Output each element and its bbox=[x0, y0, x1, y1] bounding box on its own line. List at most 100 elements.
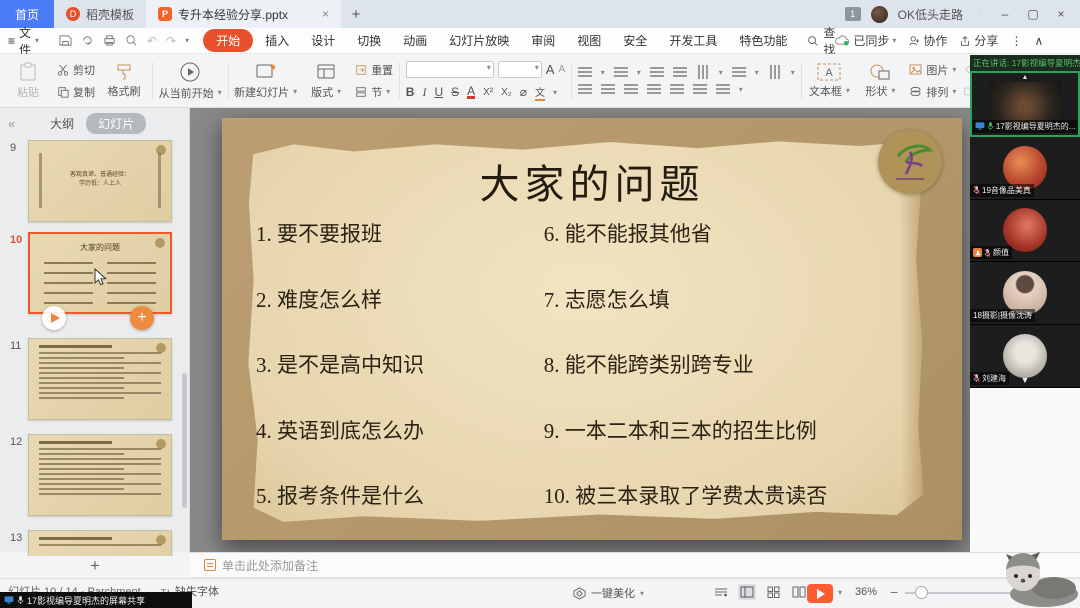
slide-title[interactable]: 大家的问题 bbox=[222, 152, 962, 210]
current-slide[interactable]: 大家的问题 1. 要不要报班 2. 难度怎么样 3. 是不是高中知识 4. 英语… bbox=[222, 118, 962, 540]
tab-security[interactable]: 安全 bbox=[613, 29, 657, 52]
play-from-current-button[interactable]: 从当前开始▾ bbox=[159, 61, 222, 101]
undo-icon[interactable]: ↶ bbox=[147, 34, 157, 48]
align-center-button[interactable] bbox=[601, 84, 615, 94]
layout-button[interactable]: 版式▾ bbox=[304, 62, 348, 100]
arrange-button[interactable]: 排列▾ bbox=[909, 84, 956, 100]
superscript-button[interactable]: X² bbox=[483, 87, 493, 98]
copy-button[interactable]: 复制 bbox=[57, 84, 95, 100]
picture-button[interactable]: 图片▾ bbox=[909, 62, 956, 78]
minimize-button[interactable]: – bbox=[996, 7, 1014, 21]
shrink-font-button[interactable]: A bbox=[558, 64, 565, 75]
print-icon[interactable] bbox=[103, 34, 116, 47]
output-icon[interactable] bbox=[81, 34, 94, 47]
notes-view-toggle[interactable] bbox=[712, 584, 730, 600]
user-avatar[interactable] bbox=[871, 6, 888, 23]
play-slide-button[interactable] bbox=[42, 306, 66, 330]
sync-status[interactable]: 已同步 ▾ bbox=[835, 32, 896, 49]
chevron-down-icon[interactable]: ▾ bbox=[838, 588, 842, 597]
reading-view-button[interactable] bbox=[790, 584, 808, 600]
question-list-left[interactable]: 1. 要不要报班 2. 难度怎么样 3. 是不是高中知识 4. 英语到底怎么办 … bbox=[256, 218, 544, 510]
reset-button[interactable]: 重置 bbox=[355, 62, 393, 78]
more-icon[interactable]: ⋮ bbox=[1010, 34, 1022, 48]
tab-special-features[interactable]: 特色功能 bbox=[729, 29, 797, 52]
slide-sorter-view-button[interactable] bbox=[764, 584, 782, 600]
bold-button[interactable]: B bbox=[406, 85, 415, 99]
collaborate-button[interactable]: 协作 bbox=[908, 32, 947, 49]
participant-tile[interactable]: 18摄影|摄像沈涛 bbox=[970, 262, 1080, 325]
file-menu[interactable]: ≡ 文件 ▾ bbox=[0, 24, 47, 58]
textbox-button[interactable]: A 文本框▾ bbox=[807, 63, 851, 99]
align-right-button[interactable] bbox=[624, 84, 638, 94]
justify-button[interactable] bbox=[647, 84, 661, 94]
redo-icon[interactable]: ↷ bbox=[166, 34, 176, 48]
paste-button[interactable]: 粘贴 bbox=[6, 62, 50, 100]
new-slide-button[interactable]: 新建幻灯片▾ bbox=[234, 62, 297, 100]
numbering-button[interactable] bbox=[614, 67, 628, 77]
save-icon[interactable] bbox=[59, 34, 72, 47]
format-painter-button[interactable]: 格式刷 bbox=[102, 63, 146, 99]
participant-tile-speaking[interactable]: ▲ 17影视编导夏明杰的... bbox=[970, 71, 1080, 137]
font-color-button[interactable]: A bbox=[467, 86, 475, 99]
align-objects-button[interactable] bbox=[732, 67, 746, 77]
paragraph-settings-button[interactable] bbox=[716, 84, 730, 94]
new-tab-button[interactable]: + bbox=[341, 6, 371, 23]
font-name-select[interactable] bbox=[406, 61, 494, 78]
participant-tile[interactable]: 19音像品美真 bbox=[970, 137, 1080, 200]
template-store-tab[interactable]: D 稻壳模板 bbox=[54, 0, 146, 28]
collapse-panel-icon[interactable]: « bbox=[8, 116, 15, 131]
tab-insert[interactable]: 插入 bbox=[255, 29, 299, 52]
tab-design[interactable]: 设计 bbox=[301, 29, 345, 52]
zoom-level[interactable]: 36% bbox=[855, 586, 877, 598]
font-size-select[interactable] bbox=[498, 61, 542, 78]
strikethrough-button[interactable]: S bbox=[451, 85, 459, 99]
underline-button[interactable]: U bbox=[434, 85, 443, 99]
italic-button[interactable]: I bbox=[422, 85, 426, 100]
slide-thumbnail-10-selected[interactable]: 大家的问题 bbox=[28, 232, 172, 314]
decrease-indent-button[interactable] bbox=[650, 67, 664, 77]
tab-devtools[interactable]: 开发工具 bbox=[659, 29, 727, 52]
distribute-button[interactable] bbox=[670, 84, 684, 94]
close-button[interactable]: × bbox=[1052, 7, 1070, 21]
panel-scrollbar[interactable] bbox=[182, 373, 187, 508]
notes-bar[interactable]: 单击此处添加备注 bbox=[190, 552, 1080, 578]
slide-thumbnail-9[interactable]: 客观真谛、普通经验： 学历低：人上人 bbox=[28, 140, 172, 222]
message-badge[interactable]: 1 bbox=[845, 7, 861, 21]
slideshow-play-button[interactable] bbox=[807, 584, 833, 603]
add-slide-button[interactable]: + bbox=[0, 556, 190, 576]
outline-tab[interactable]: 大纲 bbox=[50, 115, 74, 132]
desktop-pet-cat[interactable] bbox=[994, 548, 1080, 608]
tab-view[interactable]: 视图 bbox=[567, 29, 611, 52]
participant-tile[interactable]: 刘建海 ▼ bbox=[970, 325, 1080, 388]
slide-thumbnail-11[interactable] bbox=[28, 338, 172, 420]
tab-review[interactable]: 审阅 bbox=[521, 29, 565, 52]
normal-view-button[interactable] bbox=[738, 584, 756, 600]
text-direction-button[interactable] bbox=[698, 65, 708, 79]
print-preview-icon[interactable] bbox=[125, 34, 138, 47]
share-button[interactable]: 分享 bbox=[959, 32, 998, 49]
slide-thumbnail-12[interactable] bbox=[28, 434, 172, 516]
cut-button[interactable]: 剪切 bbox=[57, 62, 95, 78]
find-button[interactable]: 查找 bbox=[807, 24, 835, 58]
grow-font-button[interactable]: A bbox=[546, 62, 555, 77]
subscript-button[interactable]: X₂ bbox=[501, 87, 512, 98]
question-list-right[interactable]: 6. 能不能报其他省 7. 志愿怎么填 8. 能不能跨类别跨专业 9. 一本二本… bbox=[544, 218, 910, 510]
increase-indent-button[interactable] bbox=[673, 67, 687, 77]
shapes-button[interactable]: 形状▾ bbox=[858, 63, 902, 99]
collapse-ribbon-icon[interactable]: ∧ bbox=[1034, 34, 1043, 48]
slides-tab[interactable]: 幻灯片 bbox=[86, 113, 146, 134]
expand-arrow-icon[interactable]: ▲ bbox=[1022, 74, 1029, 81]
collapse-panel-arrow[interactable]: ▼ bbox=[1021, 375, 1030, 385]
document-tab[interactable]: P 专升本经验分享.pptx × bbox=[146, 0, 341, 28]
maximize-button[interactable]: ▢ bbox=[1024, 7, 1042, 21]
tab-slideshow[interactable]: 幻灯片放映 bbox=[439, 29, 519, 52]
close-tab-icon[interactable]: × bbox=[322, 7, 329, 21]
username[interactable]: OK低头走路 bbox=[898, 6, 963, 23]
columns-button[interactable] bbox=[770, 65, 780, 79]
zoom-slider-handle[interactable] bbox=[915, 586, 928, 599]
one-click-beautify-button[interactable]: 一键美化 ▾ bbox=[573, 585, 644, 601]
clear-format-button[interactable]: ⌀ bbox=[520, 85, 527, 99]
tab-transition[interactable]: 切换 bbox=[347, 29, 391, 52]
chevron-down-icon[interactable]: ▾ bbox=[185, 36, 189, 45]
slide-thumbnail-13[interactable] bbox=[28, 530, 172, 556]
